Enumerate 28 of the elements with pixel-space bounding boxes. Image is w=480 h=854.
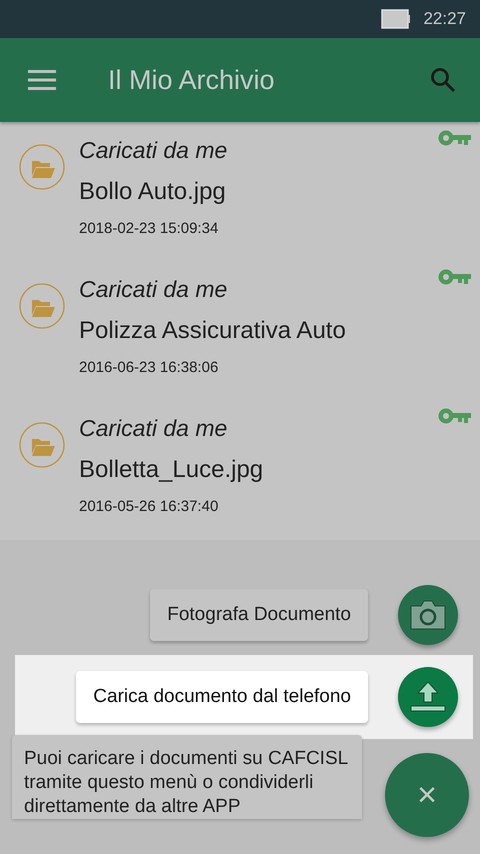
folder-icon [19,422,65,468]
clock-time: 22:27 [423,9,466,29]
upload-button[interactable] [398,667,458,727]
document-date: 2018-02-23 15:09:34 [79,220,218,237]
key-icon [438,269,472,285]
help-tip: Puoi caricare i documenti su CAFCISL tramite questo menù o condividerli direttamente da altre APP [12,735,362,819]
key-icon [438,408,472,424]
document-name[interactable]: Bolletta_Luce.jpg [79,456,264,484]
folder-icon [19,283,65,329]
battery-icon [381,9,412,29]
camera-icon [410,600,446,630]
upload-icon [410,681,446,713]
action-label[interactable]: Carica documento dal telefono [76,671,368,723]
camera-button[interactable] [398,585,458,645]
document-name[interactable]: Polizza Assicurativa Auto [79,317,346,345]
search-icon[interactable] [430,67,456,93]
menu-icon[interactable] [28,70,56,90]
document-source: Caricati da me [79,415,228,442]
app-title: Il Mio Archivio [108,64,276,96]
document-source: Caricati da me [79,137,228,164]
action-label[interactable]: Fotografa Documento [150,589,368,641]
key-icon [438,130,472,146]
document-date: 2016-05-26 16:37:40 [79,498,218,515]
document-date: 2016-06-23 16:38:06 [79,359,218,376]
folder-icon [19,144,65,190]
document-source: Caricati da me [79,276,228,303]
document-name[interactable]: Bollo Auto.jpg [79,178,226,206]
close-button[interactable]: × [385,753,469,837]
